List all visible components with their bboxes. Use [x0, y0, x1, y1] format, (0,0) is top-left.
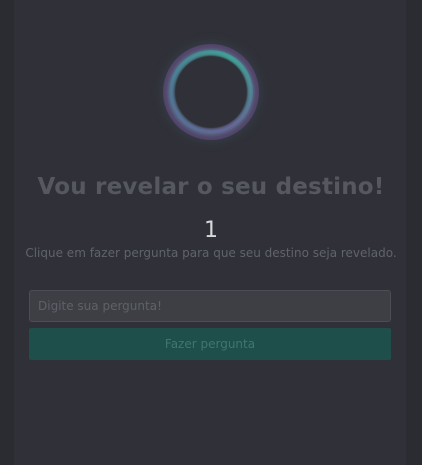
ask-question-button[interactable]: Fazer pergunta: [29, 328, 391, 360]
page-frame: Vou revelar o seu destino! 1 Clique em f…: [0, 0, 422, 465]
question-input[interactable]: [29, 290, 391, 322]
page-title: Vou revelar o seu destino!: [37, 174, 385, 200]
crystal-ball-orb-icon: [163, 44, 259, 140]
question-counter: 1: [204, 218, 218, 243]
instruction-text: Clique em fazer pergunta para que seu de…: [25, 246, 397, 260]
